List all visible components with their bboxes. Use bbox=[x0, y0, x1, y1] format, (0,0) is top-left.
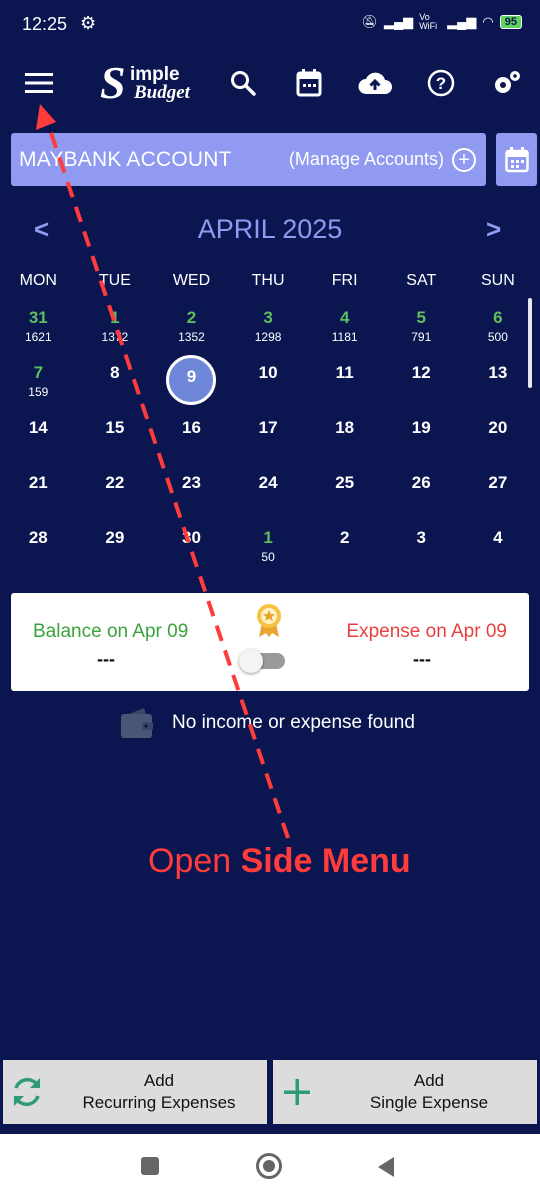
add-recurring-button[interactable]: Add Recurring Expenses bbox=[3, 1060, 267, 1124]
annotation-prefix: Open bbox=[148, 842, 241, 880]
annotation-bold: Side Menu bbox=[240, 842, 411, 880]
single-line1: Add bbox=[413, 1071, 445, 1090]
recents-button[interactable] bbox=[141, 1157, 159, 1175]
single-line2: Single Expense bbox=[369, 1093, 489, 1112]
recurring-line2: Recurring Expenses bbox=[82, 1093, 236, 1112]
annotation-label: Open Side Menu bbox=[148, 842, 411, 881]
back-button[interactable] bbox=[376, 1155, 396, 1179]
home-button[interactable] bbox=[256, 1153, 282, 1179]
annotation-arrow bbox=[36, 104, 290, 839]
refresh-icon bbox=[3, 1074, 51, 1110]
recurring-line1: Add bbox=[143, 1071, 175, 1090]
add-single-expense-button[interactable]: Add Single Expense bbox=[273, 1060, 537, 1124]
home-dot bbox=[263, 1160, 275, 1172]
day-number: 9 bbox=[186, 367, 197, 386]
plus-icon bbox=[273, 1078, 321, 1106]
